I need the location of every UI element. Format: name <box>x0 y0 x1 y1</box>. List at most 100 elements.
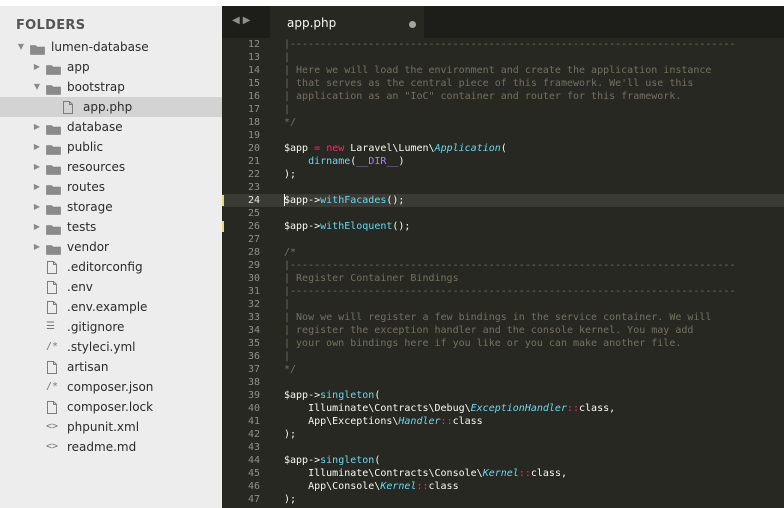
unsaved-dot-icon[interactable] <box>409 21 416 28</box>
sidebar-item-readme-md[interactable]: <> readme.md <box>0 437 222 457</box>
sidebar-item-lumen-database[interactable]: ▼ lumen-database <box>0 37 222 57</box>
code-line[interactable]: $app->withEloquent(); <box>284 220 784 233</box>
code-line[interactable]: $app->singleton( <box>284 454 784 467</box>
code-line[interactable]: | <box>284 350 784 363</box>
sidebar-item-styleci-yml[interactable]: /* .styleci.yml <box>0 337 222 357</box>
code-line[interactable]: $app->singleton( <box>284 389 784 402</box>
code-line[interactable]: App\Exceptions\Handler::class <box>284 415 784 428</box>
chevron-down-icon[interactable]: ▼ <box>32 77 42 97</box>
line-number: 40 <box>247 403 260 414</box>
code-token: | Register Container Bindings <box>284 273 459 284</box>
code-token: | <box>284 351 291 362</box>
code-token: | <box>284 52 291 63</box>
sidebar-item-composer-lock[interactable]: composer.lock <box>0 397 222 417</box>
sidebar-item-editorconfig[interactable]: .editorconfig <box>0 257 222 277</box>
code-token: __DIR__ <box>356 156 399 167</box>
chevron-down-icon[interactable]: ▼ <box>16 37 26 57</box>
chevron-right-icon[interactable]: ▶ <box>32 197 42 217</box>
code-line[interactable] <box>284 441 784 454</box>
sidebar-item-gitignore[interactable]: ☰ .gitignore <box>0 317 222 337</box>
code-line[interactable]: | application as an "IoC" container and … <box>284 90 784 103</box>
chevron-right-icon[interactable]: ▶ <box>32 217 42 237</box>
sidebar-item-tests[interactable]: ▶ tests <box>0 217 222 237</box>
code-line[interactable]: |---------------------------------------… <box>284 38 784 51</box>
code-line[interactable]: | Now we will register a few bindings in… <box>284 311 784 324</box>
sidebar-item-database[interactable]: ▶ database <box>0 117 222 137</box>
sidebar-item-phpunit-xml[interactable]: <> phpunit.xml <box>0 417 222 437</box>
code-line[interactable] <box>284 129 784 142</box>
code-token: withEloquent <box>320 221 393 232</box>
tab-app-php[interactable]: app.php <box>270 6 424 38</box>
file-icon <box>46 400 58 414</box>
code-token: -> <box>308 221 321 232</box>
code-line[interactable]: | <box>284 51 784 64</box>
code-token: class <box>428 481 459 492</box>
code-line[interactable]: /* <box>284 246 784 259</box>
code-line[interactable]: dirname(__DIR__) <box>284 155 784 168</box>
line-number: 22 <box>247 169 260 180</box>
line-number: 42 <box>247 429 260 440</box>
comment-file-icon: /* <box>46 341 59 352</box>
code-line[interactable]: $app = new Laravel\Lumen\Application( <box>284 142 784 155</box>
code-token: singleton <box>320 390 375 401</box>
code-line[interactable]: */ <box>284 116 784 129</box>
code-line[interactable]: | your own bindings here if you like or … <box>284 337 784 350</box>
code-line[interactable]: |---------------------------------------… <box>284 285 784 298</box>
code-line[interactable] <box>284 207 784 220</box>
code-line[interactable] <box>284 376 784 389</box>
sidebar-item-label: app <box>67 60 90 74</box>
sidebar-item-app-php[interactable]: app.php <box>0 97 222 117</box>
code-line[interactable]: App\Console\Kernel::class <box>284 480 784 493</box>
tab-nav-arrows[interactable]: ◀▶ <box>232 15 253 26</box>
sidebar-item-public[interactable]: ▶ public <box>0 137 222 157</box>
sidebar-item-artisan[interactable]: artisan <box>0 357 222 377</box>
code-token: Handler <box>398 416 441 427</box>
line-number: 29 <box>247 260 260 271</box>
file-icon <box>62 100 74 114</box>
chevron-right-icon[interactable]: ▶ <box>32 157 42 177</box>
sidebar-item-vendor[interactable]: ▶ vendor <box>0 237 222 257</box>
code-file-icon: <> <box>46 441 59 452</box>
code-line[interactable]: */ <box>284 363 784 376</box>
code-line[interactable]: | Register Container Bindings <box>284 272 784 285</box>
code-token: | Here we will load the environment and … <box>284 65 712 76</box>
sidebar-item-label: routes <box>67 180 105 194</box>
line-number: 31 <box>247 286 260 297</box>
code-token: dirname <box>308 156 351 167</box>
sidebar-item-routes[interactable]: ▶ routes <box>0 177 222 197</box>
code-file-icon: <> <box>46 421 59 432</box>
code-line[interactable]: Illuminate\Contracts\Console\Kernel::cla… <box>284 467 784 480</box>
code-line[interactable]: ); <box>284 168 784 181</box>
code-line[interactable] <box>284 181 784 194</box>
code-line[interactable]: ); <box>284 428 784 441</box>
code-line[interactable]: | Here we will load the environment and … <box>284 64 784 77</box>
sidebar-item-composer-json[interactable]: /* composer.json <box>0 377 222 397</box>
code-line[interactable]: | <box>284 298 784 311</box>
code-area[interactable]: |---------------------------------------… <box>270 38 784 506</box>
chevron-right-icon[interactable]: ▶ <box>32 57 42 77</box>
chevron-right-icon[interactable]: ▶ <box>243 15 254 26</box>
chevron-right-icon[interactable]: ▶ <box>32 137 42 157</box>
sidebar-item-env[interactable]: .env <box>0 277 222 297</box>
chevron-right-icon[interactable]: ▶ <box>32 177 42 197</box>
code-line[interactable] <box>284 233 784 246</box>
sidebar-item-env-example[interactable]: .env.example <box>0 297 222 317</box>
code-line[interactable]: ); <box>284 493 784 506</box>
code-line[interactable]: | register the exception handler and the… <box>284 324 784 337</box>
code-token: | <box>284 104 291 115</box>
sidebar-item-storage[interactable]: ▶ storage <box>0 197 222 217</box>
chevron-left-icon[interactable]: ◀ <box>232 15 243 26</box>
line-number: 15 <box>247 78 260 89</box>
code-line[interactable]: $app->withFacades(); <box>270 194 784 207</box>
code-line[interactable]: |---------------------------------------… <box>284 259 784 272</box>
code-line[interactable]: | that serves as the central piece of th… <box>284 77 784 90</box>
code-line[interactable]: Illuminate\Contracts\Debug\ExceptionHand… <box>284 402 784 415</box>
chevron-right-icon[interactable]: ▶ <box>32 237 42 257</box>
code-line[interactable]: | <box>284 103 784 116</box>
sidebar-item-app[interactable]: ▶ app <box>0 57 222 77</box>
sidebar-item-resources[interactable]: ▶ resources <box>0 157 222 177</box>
line-gutter: 12 13 14 15 16 17 18 19 20 21 22 23 24 25 26 27 28 29 30 31… <box>222 38 270 506</box>
tab-bar: ◀▶ app.php <box>222 6 784 38</box>
chevron-right-icon[interactable]: ▶ <box>32 117 42 137</box>
sidebar-item-bootstrap[interactable]: ▼ bootstrap <box>0 77 222 97</box>
